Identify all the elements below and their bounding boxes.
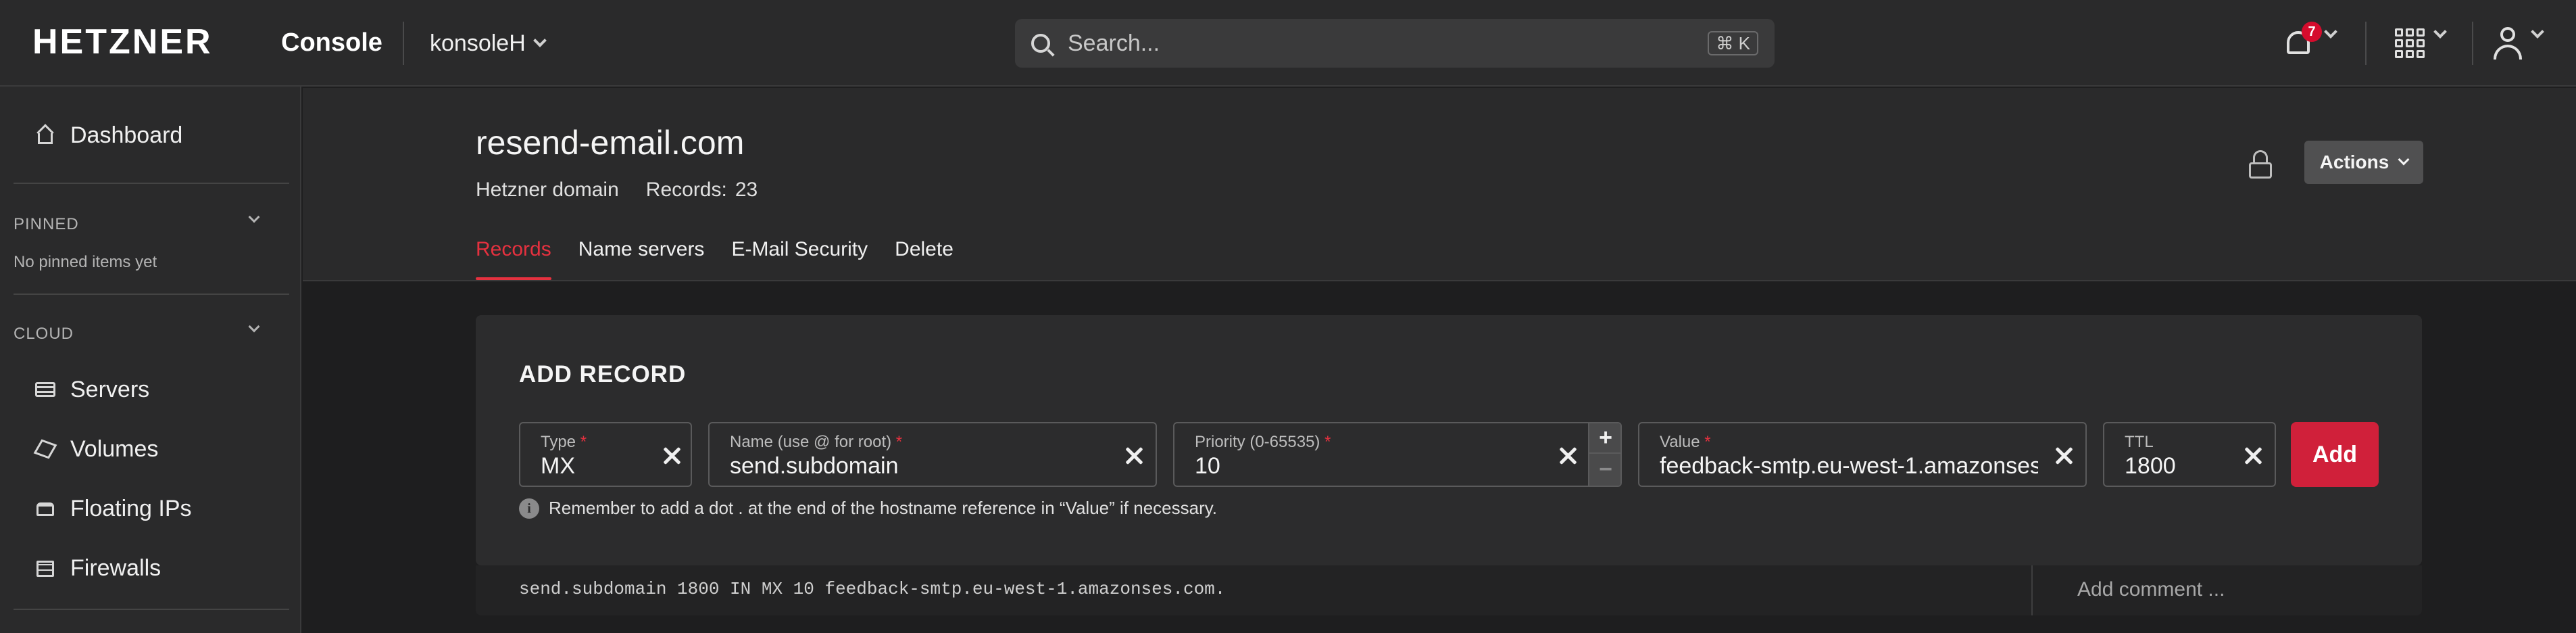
record-preview-text: send.subdomain 1800 IN MX 10 feedback-sm… [519,579,1226,599]
tab-records[interactable]: Records [476,238,551,280]
home-icon [35,124,55,145]
add-button[interactable]: Add [2291,422,2379,487]
sidebar-item-servers[interactable]: Servers [35,369,149,410]
divider [403,22,404,65]
notifications-button[interactable]: 7 [2280,22,2322,62]
clear-type-icon[interactable] [662,446,681,465]
sidebar-item-label: Dashboard [70,122,183,148]
domain-type: Hetzner domain [476,179,619,201]
sidebar-item-dashboard[interactable]: Dashboard [35,115,182,156]
hint-text: Remember to add a dot . at the end of th… [549,498,1218,518]
firewall-icon [35,558,55,578]
cube-icon [33,439,57,459]
name-label: Name (use @ for root) [730,433,892,451]
divider [14,294,289,295]
increment-button[interactable]: + [1589,423,1622,454]
ttl-field[interactable]: TTL 1800 [2103,422,2276,487]
type-field[interactable]: Type * MX [519,422,692,487]
info-icon: i [519,498,539,519]
user-icon[interactable] [2492,26,2523,60]
actions-button[interactable]: Actions [2304,141,2423,184]
console-label: Console [281,28,382,57]
divider [2472,22,2473,65]
domain-meta: Hetzner domain Records: 23 [476,179,758,202]
priority-stepper: + − [1588,423,1622,486]
divider [2365,22,2367,65]
page-header: resend-email.com Hetzner domain Records:… [303,88,2576,281]
name-field[interactable]: Name (use @ for root) * send.subdomain [708,422,1157,487]
page-title: resend-email.com [476,124,745,162]
sidebar-item-volumes[interactable]: Volumes [33,429,159,469]
sidebar-item-firewalls[interactable]: Firewalls [35,548,161,588]
clear-ttl-icon[interactable] [2244,446,2262,465]
chevron-down-icon [532,34,547,47]
search-bar[interactable]: ⌘ K [1015,19,1775,68]
name-value: send.subdomain [730,453,899,479]
divider [14,609,289,610]
actions-label: Actions [2319,151,2389,172]
sidebar-item-label: Floating IPs [70,495,192,521]
sidebar-item-label: Servers [70,376,150,402]
chevron-down-icon [2398,154,2410,166]
priority-value: 10 [1195,453,1220,479]
ttl-label: TTL [2125,433,2154,451]
value-value: feedback-smtp.eu-west-1.amazonses.com. [1660,453,2038,479]
value-label: Value [1660,433,1700,451]
search-input[interactable] [1068,30,1676,57]
comment-input[interactable] [2077,575,2388,605]
tab-email-security[interactable]: E-Mail Security [731,238,868,280]
search-icon [1031,34,1050,53]
clear-name-icon[interactable] [1124,446,1143,465]
pinned-empty-note: No pinned items yet [14,253,157,271]
notification-badge: 7 [2302,22,2322,42]
floating-ip-icon [35,498,55,519]
tab-name-servers[interactable]: Name servers [578,238,705,280]
records-count: Records: 23 [645,179,758,201]
priority-field[interactable]: Priority (0-65535) * 10 + − [1173,422,1622,487]
decrement-button[interactable]: − [1589,454,1622,485]
chevron-down-icon[interactable] [2433,25,2447,39]
project-name: konsoleH [430,30,526,56]
collapse-cloud-button[interactable] [248,321,260,334]
cloud-section-title: CLOUD [14,325,74,343]
ttl-value: 1800 [2125,453,2176,479]
clear-priority-icon[interactable] [1558,446,1577,465]
add-record-title: ADD RECORD [519,361,687,388]
sidebar-item-label: Volumes [70,436,159,462]
chevron-down-icon[interactable] [2531,25,2544,39]
type-label: Type [541,433,576,451]
tab-delete[interactable]: Delete [895,238,953,280]
sidebar-item-floating-ips[interactable]: Floating IPs [35,488,192,529]
project-switcher[interactable]: konsoleH [430,26,547,61]
clear-value-icon[interactable] [2054,446,2073,465]
sidebar-item-label: Firewalls [70,555,162,581]
server-icon [35,379,55,400]
hetzner-logo[interactable]: HETZNER [32,23,213,61]
apps-grid-icon[interactable] [2395,28,2425,58]
hint: i Remember to add a dot . at the end of … [519,498,1217,519]
collapse-pinned-button[interactable] [248,211,260,225]
value-field[interactable]: Value * feedback-smtp.eu-west-1.amazonse… [1638,422,2087,487]
record-preview-row: send.subdomain 1800 IN MX 10 feedback-sm… [476,565,2422,615]
chevron-down-icon[interactable] [2324,25,2337,39]
tab-bar: Records Name servers E-Mail Security Del… [476,238,953,280]
priority-label: Priority (0-65535) [1195,433,1320,451]
add-record-card: ADD RECORD Type * MX Name (use @ for roo… [476,315,2422,565]
chevron-down-icon [248,321,260,333]
chevron-down-icon [248,211,260,223]
type-value: MX [541,453,575,479]
search-shortcut: ⌘ K [1708,31,1758,55]
divider [14,183,289,184]
pinned-section-title: PINNED [14,215,79,233]
divider [2031,565,2033,615]
lock-icon[interactable] [2249,150,2272,179]
top-bar: HETZNER Console konsoleH ⌘ K 7 [0,0,2576,87]
sidebar: Dashboard PINNED No pinned items yet CLO… [0,87,301,633]
